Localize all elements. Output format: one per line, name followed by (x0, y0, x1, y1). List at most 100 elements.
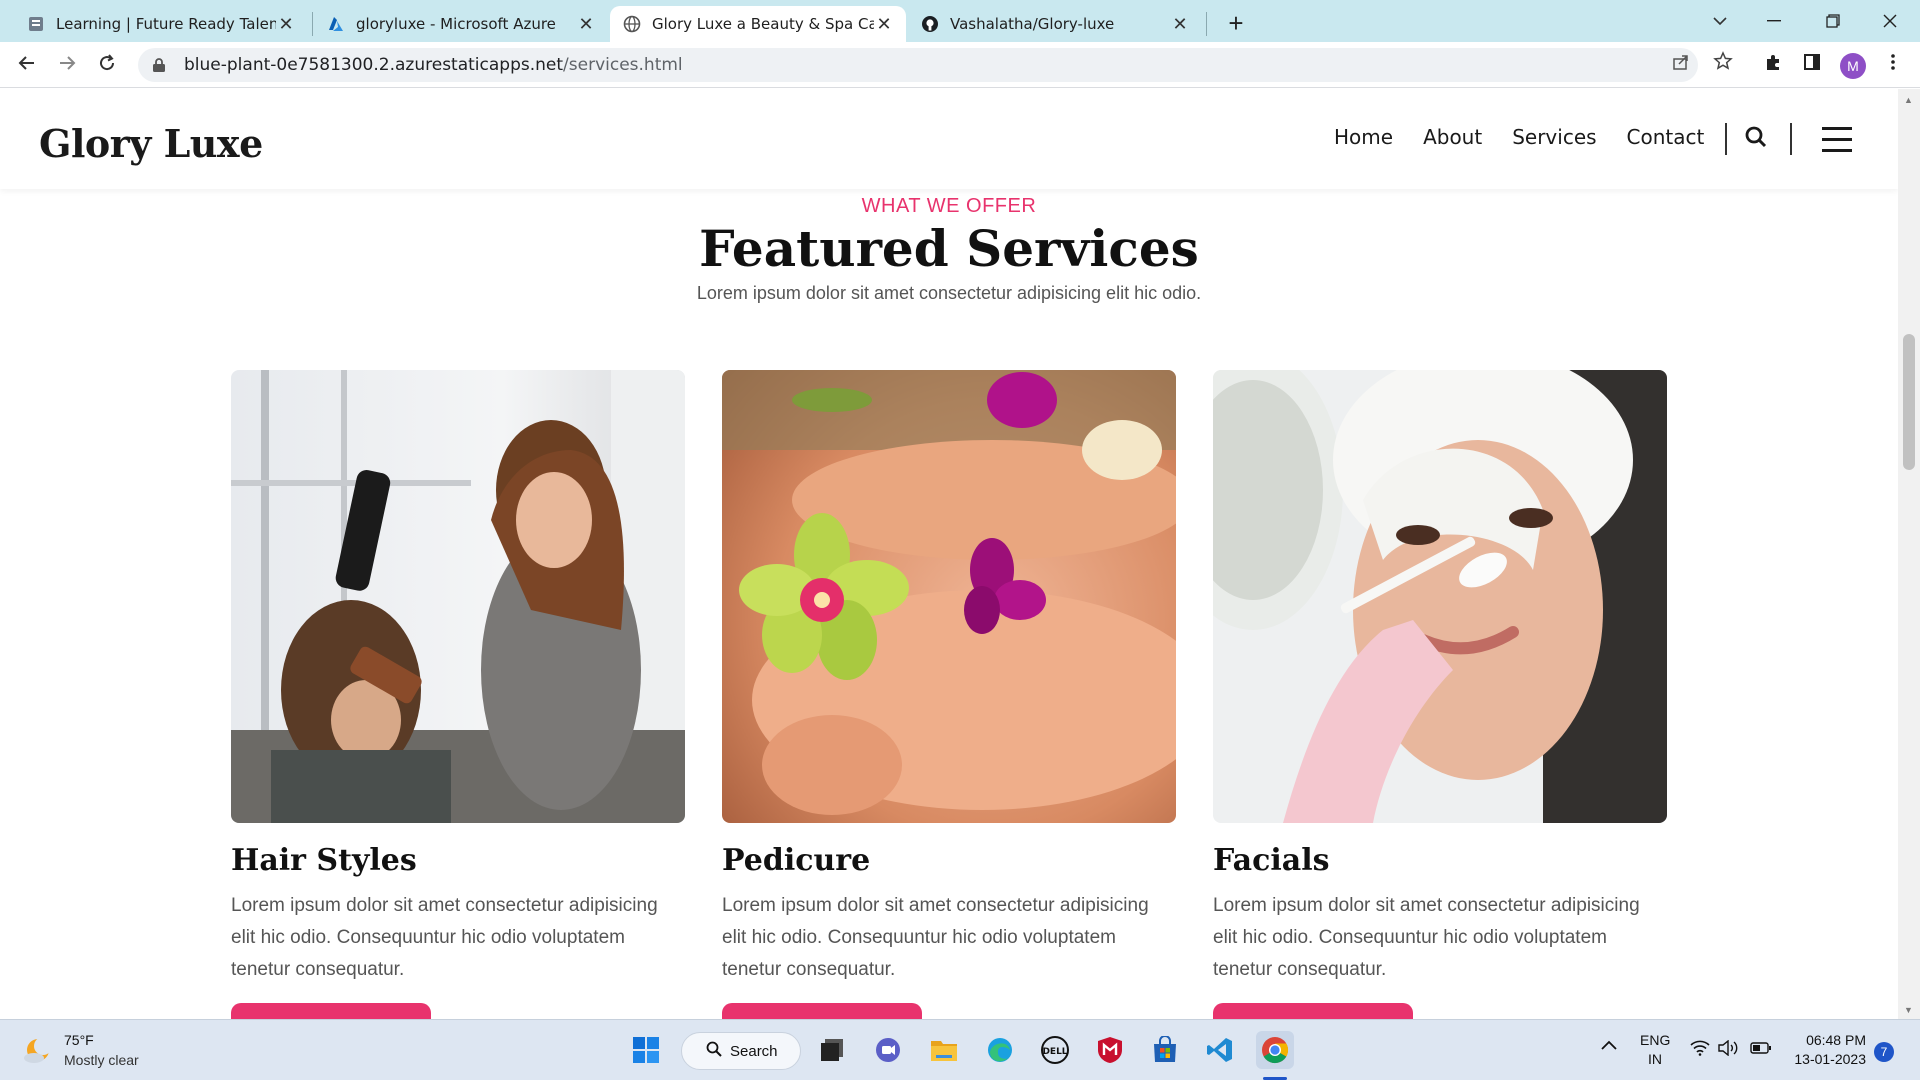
address-bar[interactable]: blue-plant-0e7581300.2.azurestaticapps.n… (138, 48, 1698, 82)
section-subtitle: Lorem ipsum dolor sit amet consectetur a… (696, 283, 1202, 303)
wifi-icon[interactable] (1690, 1040, 1710, 1059)
main-nav: Home About Services Contact (1334, 125, 1704, 149)
close-icon[interactable]: ✕ (874, 14, 894, 35)
battery-icon[interactable] (1750, 1041, 1772, 1058)
url-host: blue-plant-0e7581300.2.azurestaticapps.n… (184, 55, 564, 75)
taskbar-search[interactable]: Search (681, 1032, 801, 1070)
nav-services[interactable]: Services (1512, 125, 1596, 149)
lock-icon[interactable] (152, 57, 168, 73)
region-code: IN (1648, 1051, 1662, 1067)
close-window-button[interactable] (1862, 0, 1918, 42)
vscode-icon[interactable] (1201, 1031, 1239, 1069)
site-logo[interactable]: Glory Luxe (39, 121, 263, 166)
url-path: /services.html (563, 55, 683, 75)
service-card-facials: Facials Lorem ipsum dolor sit amet conse… (1213, 370, 1667, 1019)
windows-taskbar: 75°F Mostly clear Search DELL ENG IN 06:… (0, 1019, 1920, 1080)
search-icon (706, 1041, 722, 1062)
clock-date: 13-01-2023 (1794, 1051, 1866, 1067)
weather-moon-icon[interactable] (22, 1036, 52, 1066)
clock[interactable]: 06:48 PM 13-01-2023 (1782, 1032, 1866, 1067)
task-view-icon[interactable] (813, 1031, 851, 1069)
restore-button[interactable] (1805, 0, 1861, 42)
service-title: Hair Styles (231, 843, 417, 878)
facials-image (1213, 370, 1667, 823)
bookmark-star-icon[interactable] (1706, 48, 1740, 82)
more-menu-icon[interactable] (1876, 48, 1910, 82)
close-icon[interactable]: ✕ (276, 14, 296, 35)
minimize-button[interactable] (1746, 0, 1802, 42)
read-more-button[interactable] (231, 1003, 431, 1019)
search-icon[interactable] (1744, 125, 1772, 153)
mcafee-icon[interactable] (1091, 1031, 1129, 1069)
volume-icon[interactable] (1718, 1039, 1740, 1059)
forward-button[interactable] (52, 50, 82, 80)
reload-button[interactable] (92, 50, 122, 80)
close-icon[interactable]: ✕ (1170, 14, 1190, 35)
learning-favicon (26, 14, 46, 34)
service-title: Pedicure (722, 843, 871, 878)
pedicure-image (722, 370, 1176, 823)
nav-about[interactable]: About (1423, 125, 1482, 149)
service-card-hair-styles: Hair Styles Lorem ipsum dolor sit amet c… (231, 370, 685, 1019)
new-tab-button[interactable]: + (1220, 8, 1252, 40)
tab-glory-luxe[interactable]: Glory Luxe a Beauty & Spa Categ ✕ (610, 6, 906, 42)
section-eyebrow: WHAT WE OFFER (861, 195, 1037, 217)
share-icon[interactable] (1664, 48, 1698, 82)
site-header: Glory Luxe Home About Services Contact (0, 89, 1898, 189)
edge-browser-icon[interactable] (981, 1031, 1019, 1069)
nav-contact[interactable]: Contact (1627, 125, 1705, 149)
tab-title: Vashalatha/Glory-luxe (950, 15, 1115, 33)
tab-separator (1206, 12, 1207, 36)
github-favicon (920, 14, 940, 34)
browser-tab-strip: Learning | Future Ready Talent ✕ glorylu… (0, 0, 1920, 42)
header-divider (1790, 123, 1792, 155)
tab-title: Glory Luxe a Beauty & Spa Categ (652, 15, 874, 33)
hair-styles-image (231, 370, 685, 823)
weather-description: Mostly clear (64, 1052, 139, 1068)
side-panel-icon[interactable] (1795, 48, 1829, 82)
service-title: Facials (1213, 843, 1330, 878)
tab-title: Learning | Future Ready Talent (56, 15, 276, 33)
search-label: Search (730, 1042, 778, 1060)
back-button[interactable] (12, 50, 42, 80)
show-hidden-icons-chevron-icon[interactable] (1600, 1038, 1618, 1054)
page-viewport: Glory Luxe Home About Services Contact W… (0, 89, 1898, 1019)
tab-learning[interactable]: Learning | Future Ready Talent ✕ (14, 6, 308, 42)
scroll-down-arrow-icon[interactable]: ▼ (1904, 1005, 1913, 1015)
read-more-button[interactable] (722, 1003, 922, 1019)
page-scrollbar[interactable]: ▲ ▼ (1898, 89, 1920, 1019)
language-indicator[interactable]: ENG IN (1640, 1032, 1670, 1067)
dell-icon[interactable]: DELL (1036, 1031, 1074, 1069)
read-more-button[interactable] (1213, 1003, 1413, 1019)
svg-text:DELL: DELL (1042, 1047, 1067, 1057)
scrollbar-thumb[interactable] (1903, 334, 1915, 470)
weather-temperature: 75°F (64, 1032, 94, 1048)
clock-time: 06:48 PM (1806, 1032, 1866, 1048)
service-description: Lorem ipsum dolor sit amet consectetur a… (231, 895, 658, 980)
tab-search-chevron-icon[interactable] (1692, 0, 1748, 42)
scroll-up-arrow-icon[interactable]: ▲ (1904, 95, 1913, 105)
extensions-icon[interactable] (1756, 48, 1790, 82)
notification-badge[interactable]: 7 (1874, 1042, 1894, 1062)
tab-azure[interactable]: gloryluxe - Microsoft Azure ✕ (314, 6, 608, 42)
azure-favicon (326, 14, 346, 34)
section-title: Featured Services (699, 219, 1199, 278)
windows-start-icon[interactable] (627, 1031, 665, 1069)
file-explorer-icon[interactable] (925, 1031, 963, 1069)
chrome-browser-icon[interactable] (1256, 1031, 1294, 1069)
service-description: Lorem ipsum dolor sit amet consectetur a… (722, 895, 1149, 980)
hamburger-menu-icon[interactable] (1822, 127, 1852, 152)
service-description: Lorem ipsum dolor sit amet consectetur a… (1213, 895, 1640, 980)
language-code: ENG (1640, 1032, 1671, 1048)
browser-toolbar: blue-plant-0e7581300.2.azurestaticapps.n… (0, 42, 1920, 88)
nav-home[interactable]: Home (1334, 125, 1393, 149)
close-icon[interactable]: ✕ (576, 14, 596, 35)
profile-avatar[interactable]: M (1840, 53, 1866, 79)
tab-separator (312, 12, 313, 36)
header-divider (1725, 123, 1727, 155)
globe-favicon (622, 14, 642, 34)
microsoft-store-icon[interactable] (1146, 1031, 1184, 1069)
teams-chat-icon[interactable] (869, 1031, 907, 1069)
tab-github[interactable]: Vashalatha/Glory-luxe ✕ (908, 6, 1202, 42)
service-card-pedicure: Pedicure Lorem ipsum dolor sit amet cons… (722, 370, 1176, 1019)
